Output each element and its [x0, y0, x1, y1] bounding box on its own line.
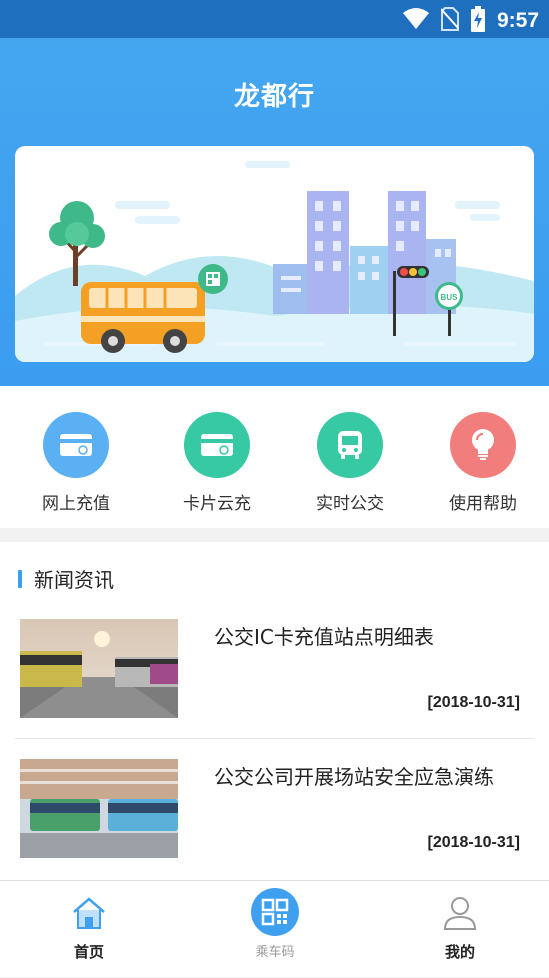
tab-mine[interactable]: 我的	[400, 881, 520, 978]
bus-icon	[317, 412, 383, 478]
wifi-icon	[402, 8, 429, 34]
tab-label: 我的	[444, 943, 475, 961]
header: 龙都行 BUS	[0, 38, 549, 386]
news-thumbnail	[20, 619, 178, 718]
news-item[interactable]: 公交IC卡充值站点明细表 [2018-10-31]	[15, 602, 534, 742]
news-date: [2018-10-31]	[427, 694, 521, 711]
news-divider	[15, 738, 534, 739]
news-heading-text: 新闻资讯	[34, 568, 114, 592]
news-section: 新闻资讯 公交IC卡充值站点明细表 [2018-10-31] 公交公司开展场站安…	[0, 542, 549, 880]
no-sim-icon	[440, 7, 460, 35]
news-heading: 新闻资讯	[18, 564, 114, 593]
page-title: 龙都行	[233, 82, 315, 112]
tab-ride-code[interactable]: 乘车码	[215, 881, 335, 978]
quick-action-realtime-bus[interactable]: 实时公交	[295, 412, 405, 514]
quick-action-label: 卡片云充	[183, 494, 251, 514]
bus-stop-sign-text: BUS	[441, 293, 459, 302]
tab-home[interactable]: 首页	[29, 881, 149, 978]
person-icon	[442, 895, 478, 935]
home-icon	[71, 895, 107, 935]
news-title: 公交IC卡充值站点明细表	[214, 625, 434, 649]
quick-action-help[interactable]: 使用帮助	[428, 412, 538, 514]
quick-action-online-recharge[interactable]: 网上充值	[21, 412, 131, 514]
status-time: 9:57	[496, 9, 539, 32]
quick-action-card-cloud[interactable]: 卡片云充	[162, 412, 272, 514]
status-bar: 9:57	[0, 0, 549, 38]
news-item[interactable]: 公交公司开展场站安全应急演练 [2018-10-31]	[15, 742, 534, 882]
battery-charging-icon	[470, 6, 485, 36]
quick-action-label: 使用帮助	[449, 494, 517, 514]
news-heading-accent	[18, 569, 22, 588]
card-cloud-icon	[184, 412, 250, 478]
quick-action-label: 实时公交	[316, 494, 384, 514]
news-thumbnail	[20, 759, 178, 858]
bottom-tab-bar: 首页 乘车码 我的	[0, 880, 549, 977]
news-title: 公交公司开展场站安全应急演练	[214, 765, 494, 789]
tab-label: 首页	[73, 943, 104, 961]
news-date: [2018-10-31]	[427, 834, 521, 851]
banner-illustration[interactable]: BUS	[15, 146, 534, 362]
quick-actions: 网上充值 卡片云充 实时公交 使用帮助	[0, 386, 549, 528]
lightbulb-icon	[450, 412, 516, 478]
tab-label: 乘车码	[255, 945, 295, 960]
qr-code-icon	[250, 887, 300, 941]
quick-action-label: 网上充值	[42, 494, 110, 514]
card-icon	[43, 412, 109, 478]
